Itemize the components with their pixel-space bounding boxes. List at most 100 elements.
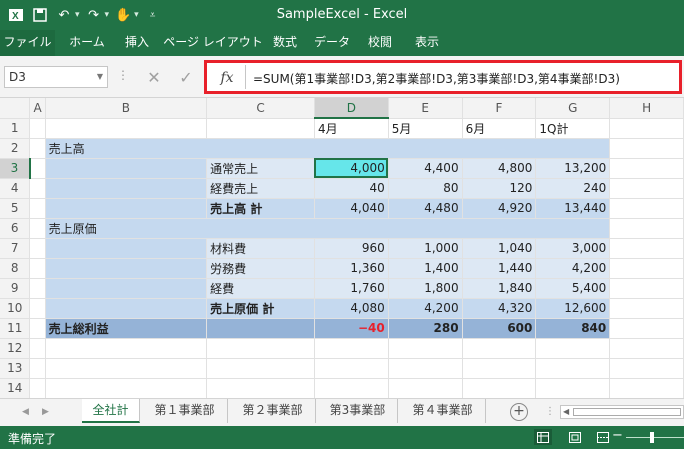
cell[interactable]: [29, 358, 46, 379]
cell[interactable]: [609, 318, 684, 339]
cell[interactable]: [44, 297, 208, 319]
cell[interactable]: [44, 197, 208, 219]
cell[interactable]: [45, 338, 208, 359]
column-header-b[interactable]: B: [45, 98, 208, 119]
cell-month-header[interactable]: 4月: [314, 118, 389, 139]
cell[interactable]: [388, 338, 463, 359]
row-header[interactable]: 6: [0, 218, 31, 239]
scrollbar-thumb[interactable]: [573, 408, 681, 416]
cell[interactable]: 240: [535, 177, 611, 199]
column-header-c[interactable]: C: [206, 98, 315, 119]
tab-data[interactable]: データ: [310, 30, 354, 56]
row-header[interactable]: 11: [0, 318, 31, 339]
cell[interactable]: [206, 338, 315, 359]
scroll-left-arrow-icon[interactable]: ◀: [563, 406, 569, 418]
cell-item-label[interactable]: 労務費: [206, 257, 315, 279]
zoom-out-icon[interactable]: −: [612, 428, 623, 443]
row-header[interactable]: 8: [0, 258, 31, 279]
cell-item-label[interactable]: 経費売上: [206, 177, 315, 199]
tab-review[interactable]: 校閲: [360, 30, 400, 56]
tab-insert[interactable]: 挿入: [118, 30, 156, 56]
cell[interactable]: 4,480: [387, 197, 463, 219]
cell[interactable]: [609, 238, 684, 259]
tab-view[interactable]: 表示: [408, 30, 446, 56]
cell[interactable]: [609, 258, 684, 279]
cell[interactable]: [314, 378, 389, 398]
cell[interactable]: 4,040: [313, 197, 389, 219]
cell[interactable]: 4,800: [461, 157, 537, 179]
tab-page-layout[interactable]: ページ レイアウト: [162, 30, 264, 56]
cell[interactable]: [314, 358, 389, 379]
cell[interactable]: 4,080: [313, 297, 389, 319]
cell[interactable]: [44, 157, 208, 179]
row-header[interactable]: 3: [0, 158, 31, 179]
cell-section-label[interactable]: 売上高: [44, 137, 611, 159]
cell[interactable]: 4,200: [535, 257, 611, 279]
cell[interactable]: [609, 158, 684, 179]
cell[interactable]: 280: [387, 317, 463, 339]
enter-icon[interactable]: ✓: [172, 66, 200, 88]
sheet-tab-all[interactable]: 全社計: [82, 399, 140, 423]
sheet-tab-div4[interactable]: 第４事業部: [400, 399, 486, 423]
cell[interactable]: [609, 138, 684, 159]
cell[interactable]: 13,200: [535, 157, 611, 179]
sheet-tab-div1[interactable]: 第１事業部: [142, 399, 228, 423]
cell[interactable]: [29, 278, 46, 299]
cell[interactable]: [44, 177, 208, 199]
row-header[interactable]: 5: [0, 198, 31, 219]
cell[interactable]: 840: [535, 317, 611, 339]
formula-input[interactable]: =SUM(第1事業部!D3,第2事業部!D3,第3事業部!D3,第4事業部!D3…: [253, 70, 620, 87]
cell[interactable]: [388, 358, 463, 379]
cell[interactable]: [206, 317, 315, 339]
cell[interactable]: [44, 277, 208, 299]
row-header[interactable]: 14: [0, 378, 31, 398]
cell[interactable]: [29, 318, 46, 339]
cell[interactable]: [609, 298, 684, 319]
cell[interactable]: [206, 378, 315, 398]
cell[interactable]: 5,400: [535, 277, 611, 299]
zoom-slider-thumb[interactable]: [650, 432, 654, 443]
cell[interactable]: [44, 237, 208, 259]
zoom-slider[interactable]: [626, 437, 684, 438]
cell[interactable]: 4,320: [461, 297, 537, 319]
cell[interactable]: [609, 278, 684, 299]
cell[interactable]: 960: [313, 237, 389, 259]
spreadsheet-grid[interactable]: A B C D E F G H 1 4月 5月 6月 1Q計 2 売上高 3 通…: [0, 98, 684, 398]
cell[interactable]: [45, 118, 208, 139]
add-sheet-icon[interactable]: +: [510, 403, 528, 421]
sheet-tab-div2[interactable]: 第２事業部: [230, 399, 316, 423]
cell[interactable]: [535, 338, 611, 359]
cell[interactable]: 120: [461, 177, 537, 199]
cell[interactable]: [29, 378, 46, 398]
cell[interactable]: [388, 378, 463, 398]
cell[interactable]: [45, 378, 208, 398]
active-cell[interactable]: 4,000: [313, 157, 389, 179]
cell-item-label[interactable]: 経費: [206, 277, 315, 299]
name-box[interactable]: D3 ▼: [4, 66, 108, 88]
tab-formulas[interactable]: 数式: [266, 30, 304, 56]
column-header-d[interactable]: D: [314, 98, 389, 119]
cell[interactable]: 600: [461, 317, 537, 339]
cell-total-label[interactable]: 売上総利益: [44, 317, 208, 339]
cell[interactable]: [206, 358, 315, 379]
cell[interactable]: 80: [387, 177, 463, 199]
cell[interactable]: [609, 178, 684, 199]
cell-item-label[interactable]: 通常売上: [206, 157, 315, 179]
row-header[interactable]: 13: [0, 358, 31, 379]
cell[interactable]: [206, 118, 315, 139]
cell[interactable]: 4,400: [387, 157, 463, 179]
cell[interactable]: [462, 378, 537, 398]
cell[interactable]: 13,440: [535, 197, 611, 219]
cell[interactable]: [609, 218, 684, 239]
cell[interactable]: 4,200: [387, 297, 463, 319]
row-header[interactable]: 10: [0, 298, 31, 319]
row-header[interactable]: 1: [0, 118, 31, 139]
cell-item-label[interactable]: 材料費: [206, 237, 315, 259]
cell[interactable]: [609, 338, 684, 359]
resize-handle-icon[interactable]: ⋮: [117, 68, 129, 82]
cell[interactable]: [29, 138, 46, 159]
chevron-down-icon[interactable]: ▼: [97, 67, 103, 87]
cell[interactable]: [609, 378, 684, 398]
row-header[interactable]: 4: [0, 178, 31, 199]
cell[interactable]: [29, 238, 46, 259]
